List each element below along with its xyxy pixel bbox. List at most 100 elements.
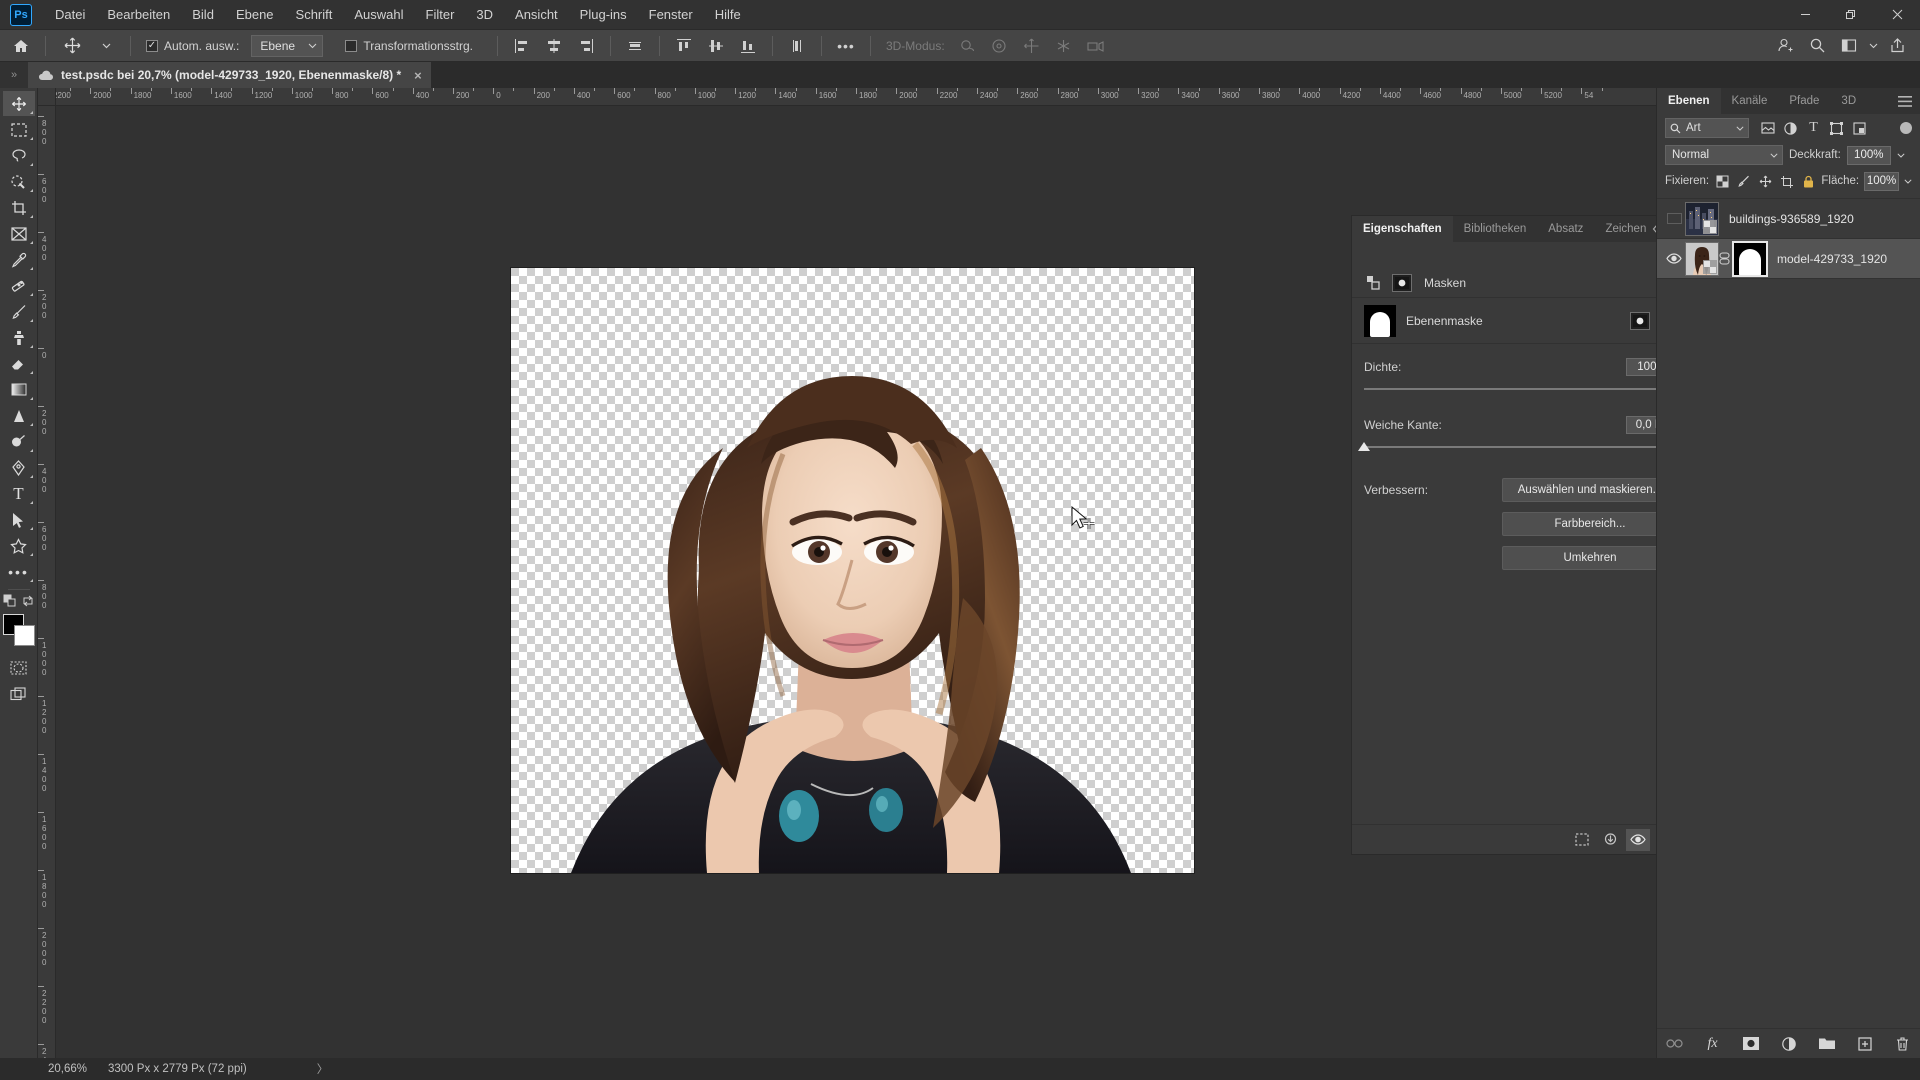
menu-datei[interactable]: Datei: [44, 2, 96, 27]
load-selection-from-mask-icon[interactable]: [1570, 829, 1594, 851]
tab-kanaele[interactable]: Kanäle: [1721, 88, 1779, 114]
pen-tool[interactable]: [3, 455, 35, 480]
adjustment-filter-icon[interactable]: [1780, 118, 1801, 138]
vector-mask-small-icon[interactable]: [1364, 274, 1384, 292]
menu-filter[interactable]: Filter: [415, 2, 466, 27]
panel-menu-icon[interactable]: [1898, 88, 1920, 114]
lock-all-icon[interactable]: [1800, 171, 1816, 191]
more-options-icon[interactable]: •••: [831, 33, 861, 59]
tab-absatz[interactable]: Absatz: [1537, 216, 1594, 242]
tab-eigenschaften[interactable]: Eigenschaften: [1352, 216, 1453, 242]
lock-transparency-icon[interactable]: [1714, 171, 1730, 191]
frame-tool[interactable]: [3, 221, 35, 246]
fill-value[interactable]: 100%: [1864, 171, 1899, 191]
tab-bibliotheken[interactable]: Bibliotheken: [1453, 216, 1538, 242]
document-tab[interactable]: test.psdc bei 20,7% (model-429733_1920, …: [28, 62, 432, 88]
layer-mask-thumbnail[interactable]: [1732, 240, 1768, 277]
menu-bild[interactable]: Bild: [181, 2, 225, 27]
zoom-level[interactable]: 20,66%: [0, 1063, 87, 1075]
edit-toolbar-icon[interactable]: •••: [3, 559, 35, 584]
tool-preset-chevron-icon[interactable]: [91, 33, 121, 59]
distribute-horizontal-icon[interactable]: [620, 33, 650, 59]
close-button[interactable]: [1874, 0, 1920, 30]
quick-selection-tool[interactable]: [3, 169, 35, 194]
clone-stamp-tool[interactable]: [3, 325, 35, 350]
background-color-swatch[interactable]: [13, 625, 35, 646]
menu-plugins[interactable]: Plug-ins: [569, 2, 638, 27]
fill-chevron-icon[interactable]: [1904, 178, 1912, 184]
menu-auswahl[interactable]: Auswahl: [343, 2, 414, 27]
filter-enable-toggle[interactable]: [1900, 122, 1912, 134]
rectangular-marquee-tool[interactable]: [3, 117, 35, 142]
type-filter-icon[interactable]: T: [1803, 118, 1824, 138]
link-layers-icon[interactable]: [1663, 1033, 1687, 1055]
path-selection-tool[interactable]: [3, 507, 35, 532]
align-top-edges-icon[interactable]: [669, 33, 699, 59]
lock-image-icon[interactable]: [1736, 171, 1752, 191]
status-expand-arrow[interactable]: 〉: [247, 1061, 329, 1077]
canvas-area[interactable]: Eigenschaften Bibliotheken Absatz Zeiche…: [56, 106, 1656, 1058]
transform-controls-checkbox[interactable]: [345, 39, 358, 52]
move-tool-icon[interactable]: [55, 33, 89, 59]
layer-filter-type-select[interactable]: Art: [1665, 118, 1749, 138]
screen-mode-icon[interactable]: [3, 681, 35, 706]
menu-hilfe[interactable]: Hilfe: [704, 2, 752, 27]
menu-schrift[interactable]: Schrift: [285, 2, 344, 27]
table-row[interactable]: model-429733_1920: [1657, 239, 1920, 279]
eyedropper-tool[interactable]: [3, 247, 35, 272]
tab-ebenen[interactable]: Ebenen: [1657, 88, 1721, 114]
color-range-button[interactable]: Farbbereich...: [1502, 512, 1656, 536]
tab-zeichen[interactable]: Zeichen: [1594, 216, 1656, 242]
workspace-icon[interactable]: [1834, 33, 1864, 59]
menu-ebene[interactable]: Ebene: [225, 2, 285, 27]
shape-tool[interactable]: [3, 533, 35, 558]
add-mask-icon[interactable]: [1739, 1033, 1763, 1055]
vertical-ruler[interactable]: 8006004002000200400600800100012001400160…: [38, 106, 56, 1058]
adjustment-layer-icon[interactable]: [1777, 1033, 1801, 1055]
minimize-button[interactable]: [1782, 0, 1828, 30]
mask-thumbnail[interactable]: [1364, 304, 1396, 337]
lock-artboard-icon[interactable]: [1778, 171, 1794, 191]
layer-visibility-toggle[interactable]: [1663, 253, 1685, 264]
document-canvas[interactable]: [511, 268, 1194, 873]
align-horizontal-centers-icon[interactable]: [539, 33, 569, 59]
restore-button[interactable]: [1828, 0, 1874, 30]
feather-value[interactable]: 0,0 Px: [1626, 416, 1656, 434]
collapse-panels-button[interactable]: »: [0, 62, 28, 88]
density-value[interactable]: 100%: [1626, 358, 1656, 376]
smart-object-filter-icon[interactable]: [1849, 118, 1870, 138]
crop-tool[interactable]: [3, 195, 35, 220]
home-icon[interactable]: [6, 33, 36, 59]
select-and-mask-button[interactable]: Auswählen und maskieren...: [1502, 478, 1656, 502]
menu-bearbeiten[interactable]: Bearbeiten: [96, 2, 181, 27]
new-layer-icon[interactable]: [1853, 1033, 1877, 1055]
align-bottom-edges-icon[interactable]: [733, 33, 763, 59]
layer-visibility-toggle[interactable]: [1663, 213, 1685, 224]
menu-fenster[interactable]: Fenster: [638, 2, 704, 27]
gradient-tool[interactable]: [3, 377, 35, 402]
brush-tool[interactable]: [3, 299, 35, 324]
delete-mask-icon[interactable]: [1654, 829, 1656, 851]
blur-tool[interactable]: [3, 403, 35, 428]
share-icon[interactable]: [1882, 33, 1912, 59]
new-group-icon[interactable]: [1815, 1033, 1839, 1055]
type-tool[interactable]: T: [3, 481, 35, 506]
feather-slider[interactable]: [1358, 442, 1656, 456]
tab-pfade[interactable]: Pfade: [1778, 88, 1830, 114]
fx-icon[interactable]: fx: [1701, 1033, 1725, 1055]
density-slider[interactable]: [1364, 384, 1656, 398]
workspace-chevron-icon[interactable]: [1866, 33, 1880, 59]
search-icon[interactable]: [1802, 33, 1832, 59]
align-left-edges-icon[interactable]: [507, 33, 537, 59]
pixel-mask-icon[interactable]: [1392, 273, 1412, 292]
feather-slider-handle[interactable]: [1358, 442, 1370, 451]
distribute-vertical-icon[interactable]: [782, 33, 812, 59]
align-vertical-centers-icon[interactable]: [701, 33, 731, 59]
menu-3d[interactable]: 3D: [465, 2, 504, 27]
menu-ansicht[interactable]: Ansicht: [504, 2, 569, 27]
quick-mask-icon[interactable]: [3, 655, 35, 680]
healing-brush-tool[interactable]: [3, 273, 35, 298]
default-colors-icon[interactable]: [3, 594, 16, 607]
align-right-edges-icon[interactable]: [571, 33, 601, 59]
delete-layer-icon[interactable]: [1891, 1033, 1915, 1055]
